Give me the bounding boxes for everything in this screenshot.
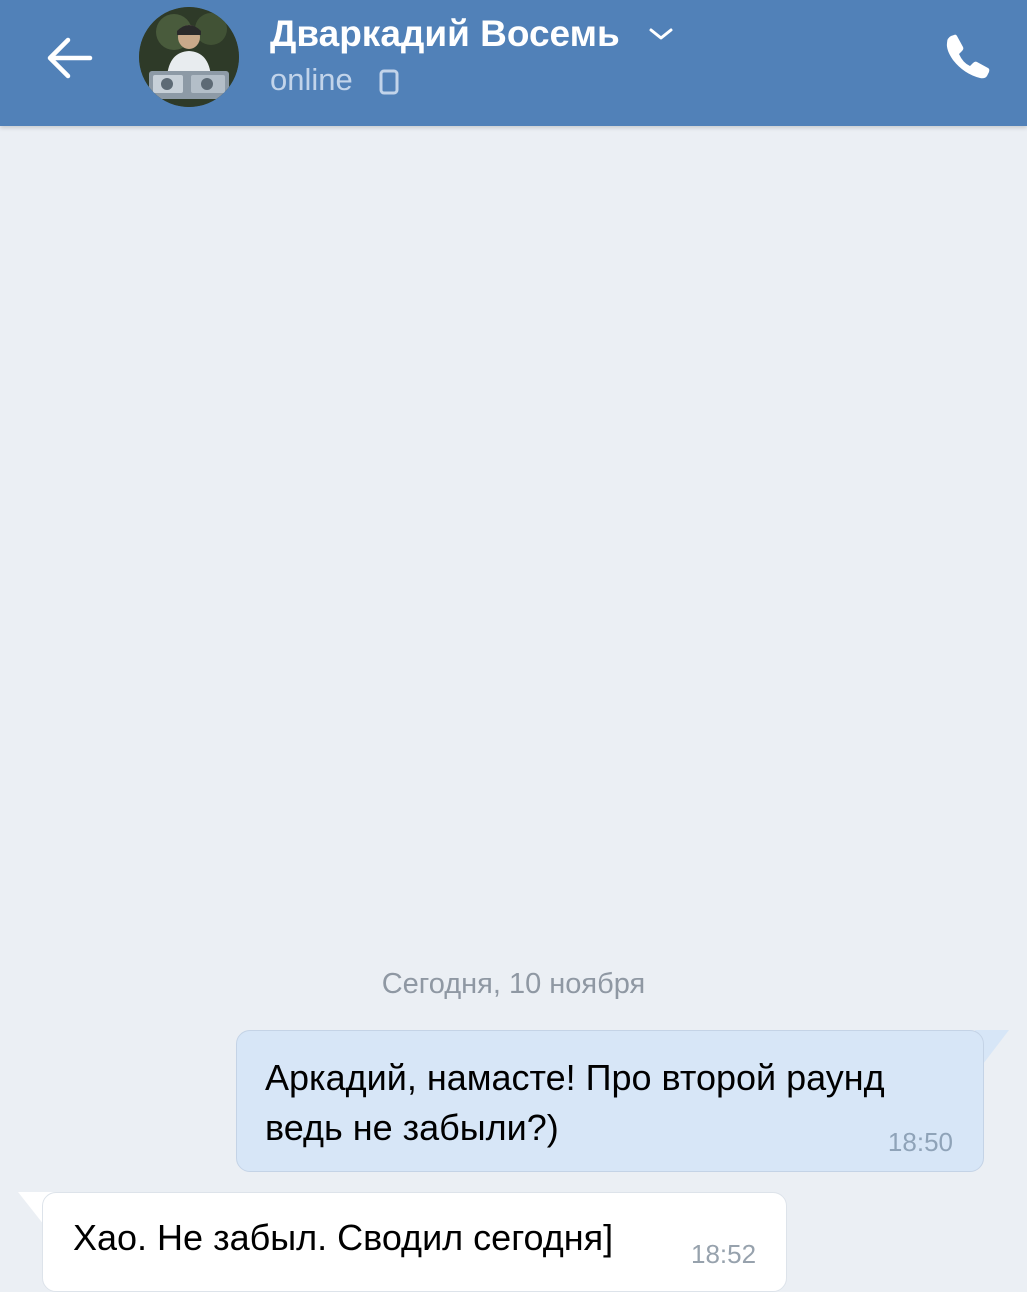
message-text: Аркадий, намасте! Про второй раунд ведь …	[265, 1057, 885, 1148]
message-time: 18:52	[691, 1239, 757, 1269]
call-button[interactable]	[930, 20, 1006, 96]
contact-name: Дваркадий Восемь	[270, 13, 620, 54]
arrow-left-icon	[47, 37, 93, 79]
mobile-icon	[379, 69, 399, 95]
back-button[interactable]	[30, 20, 110, 96]
message-bubble-incoming[interactable]: Хао. Не забыл. Сводил сегодня] 18:52	[42, 1192, 787, 1292]
date-separator: Сегодня, 10 ноября	[381, 968, 646, 1000]
online-status: online	[270, 62, 353, 97]
chat-header: Дваркадий Восемь online	[0, 0, 1027, 126]
avatar-image	[139, 7, 239, 107]
message-text: Хао. Не забыл. Сводил сегодня]	[73, 1217, 614, 1258]
phone-icon	[946, 34, 990, 79]
chevron-down-icon	[649, 28, 673, 40]
message-bubble-outgoing[interactable]: Аркадий, намасте! Про второй раунд ведь …	[236, 1030, 984, 1172]
message-time: 18:50	[887, 1127, 953, 1157]
avatar[interactable]	[139, 7, 239, 107]
